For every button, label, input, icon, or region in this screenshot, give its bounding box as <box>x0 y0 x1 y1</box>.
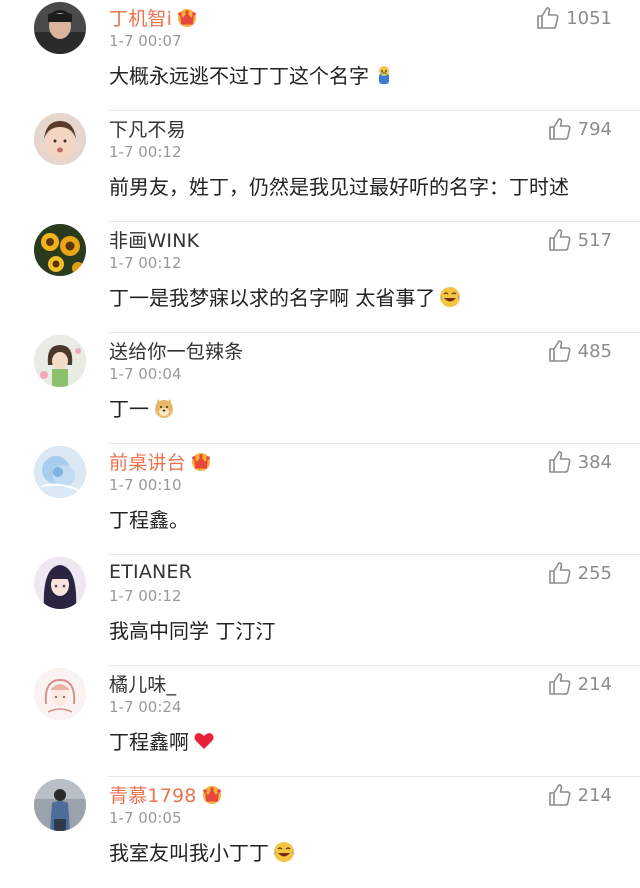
thumbs-up-icon <box>548 229 571 251</box>
username[interactable]: 前桌讲台 <box>109 448 186 475</box>
vip-crown-icon <box>200 783 224 805</box>
avatar[interactable] <box>34 2 86 54</box>
comment-item: 青慕1798 1-7 00:05 214 我室友叫我小丁丁 <box>0 777 640 888</box>
comment-item: ETIANER 1-7 00:12 255 我高中同学 丁汀汀 <box>0 555 640 666</box>
username[interactable]: 下凡不易 <box>109 115 186 142</box>
like-button[interactable]: 1051 <box>536 6 612 30</box>
comment-time: 1-7 00:12 <box>109 143 182 161</box>
username[interactable]: 丁机智i <box>109 4 172 31</box>
comment-item: 下凡不易 1-7 00:12 794 前男友，姓丁，仍然是我见过最好听的名字：丁… <box>0 111 640 222</box>
comment-time: 1-7 00:12 <box>109 587 182 605</box>
comment-time: 1-7 00:12 <box>109 254 182 272</box>
crying-figure-emoji-icon <box>373 64 395 86</box>
like-button[interactable]: 214 <box>548 783 612 807</box>
like-count: 214 <box>577 784 612 806</box>
like-count: 255 <box>577 562 612 584</box>
thumbs-up-icon <box>548 784 571 806</box>
like-count: 485 <box>577 340 612 362</box>
comment-text: 丁一 <box>109 393 175 422</box>
like-button[interactable]: 255 <box>548 561 612 585</box>
vip-crown-icon <box>189 450 213 472</box>
comment-text: 前男友，姓丁，仍然是我见过最好听的名字：丁时述 <box>109 171 569 200</box>
username[interactable]: 橘儿味_ <box>109 670 176 697</box>
like-count: 517 <box>577 229 612 251</box>
comment-list: 丁机智i 1-7 00:07 1051 大概永远逃不过丁丁这个名字 下凡不易 1… <box>0 0 640 888</box>
comment-text: 丁程鑫啊 <box>109 726 215 755</box>
thumbs-up-icon <box>548 118 571 140</box>
avatar[interactable] <box>34 557 86 609</box>
comment-time: 1-7 00:05 <box>109 809 182 827</box>
comment-item: 非画WINK 1-7 00:12 517 丁一是我梦寐以求的名字啊 太省事了 <box>0 222 640 333</box>
comment-text-body: 丁程鑫。 <box>109 508 189 532</box>
thumbs-up-icon <box>548 562 571 584</box>
comment-text-body: 丁一 <box>109 397 149 421</box>
laughing-tears-emoji-icon <box>273 841 295 863</box>
username[interactable]: 非画WINK <box>109 226 199 253</box>
like-count: 384 <box>577 451 612 473</box>
red-heart-emoji-icon <box>193 730 215 752</box>
comment-time: 1-7 00:04 <box>109 365 182 383</box>
comment-text: 丁一是我梦寐以求的名字啊 太省事了 <box>109 282 461 311</box>
username[interactable]: ETIANER <box>109 561 192 583</box>
vip-crown-icon <box>175 6 199 28</box>
comment-item: 丁机智i 1-7 00:07 1051 大概永远逃不过丁丁这个名字 <box>0 0 640 111</box>
avatar[interactable] <box>34 668 86 720</box>
comment-text-body: 丁程鑫啊 <box>109 730 189 754</box>
comment-time: 1-7 00:07 <box>109 32 182 50</box>
comment-text-body: 大概永远逃不过丁丁这个名字 <box>109 64 369 88</box>
comment-text: 我高中同学 丁汀汀 <box>109 615 275 644</box>
thumbs-up-icon <box>537 7 559 29</box>
comment-time: 1-7 00:10 <box>109 476 182 494</box>
comment-item: 橘儿味_ 1-7 00:24 214 丁程鑫啊 <box>0 666 640 777</box>
comment-text-body: 前男友，姓丁，仍然是我见过最好听的名字：丁时述 <box>109 175 569 199</box>
avatar[interactable] <box>34 224 86 276</box>
like-button[interactable]: 794 <box>548 117 612 141</box>
comment-text-body: 丁一是我梦寐以求的名字啊 太省事了 <box>109 286 436 310</box>
like-count: 214 <box>577 673 612 695</box>
comment-text: 丁程鑫。 <box>109 504 189 533</box>
comment-text: 大概永远逃不过丁丁这个名字 <box>109 60 395 89</box>
like-count: 1051 <box>566 7 612 29</box>
comment-time: 1-7 00:24 <box>109 698 182 716</box>
avatar[interactable] <box>34 335 86 387</box>
laughing-tears-emoji-icon <box>439 286 461 308</box>
thumbs-up-icon <box>548 451 571 473</box>
comment-item: 前桌讲台 1-7 00:10 384 丁程鑫。 <box>0 444 640 555</box>
thumbs-up-icon <box>548 340 571 362</box>
comment-text: 我室友叫我小丁丁 <box>109 837 295 866</box>
comment-item: 送给你一包辣条 1-7 00:04 485 丁一 <box>0 333 640 444</box>
username[interactable]: 送给你一包辣条 <box>109 337 243 364</box>
avatar[interactable] <box>34 779 86 831</box>
comment-text-body: 我高中同学 丁汀汀 <box>109 619 276 643</box>
comment-text-body: 我室友叫我小丁丁 <box>109 841 269 865</box>
doge-emoji-icon <box>153 397 175 419</box>
like-button[interactable]: 517 <box>548 228 612 252</box>
avatar[interactable] <box>34 113 86 165</box>
like-count: 794 <box>577 118 612 140</box>
avatar[interactable] <box>34 446 86 498</box>
thumbs-up-icon <box>548 673 571 695</box>
like-button[interactable]: 384 <box>548 450 612 474</box>
username[interactable]: 青慕1798 <box>109 781 197 808</box>
like-button[interactable]: 214 <box>548 672 612 696</box>
like-button[interactable]: 485 <box>548 339 612 363</box>
